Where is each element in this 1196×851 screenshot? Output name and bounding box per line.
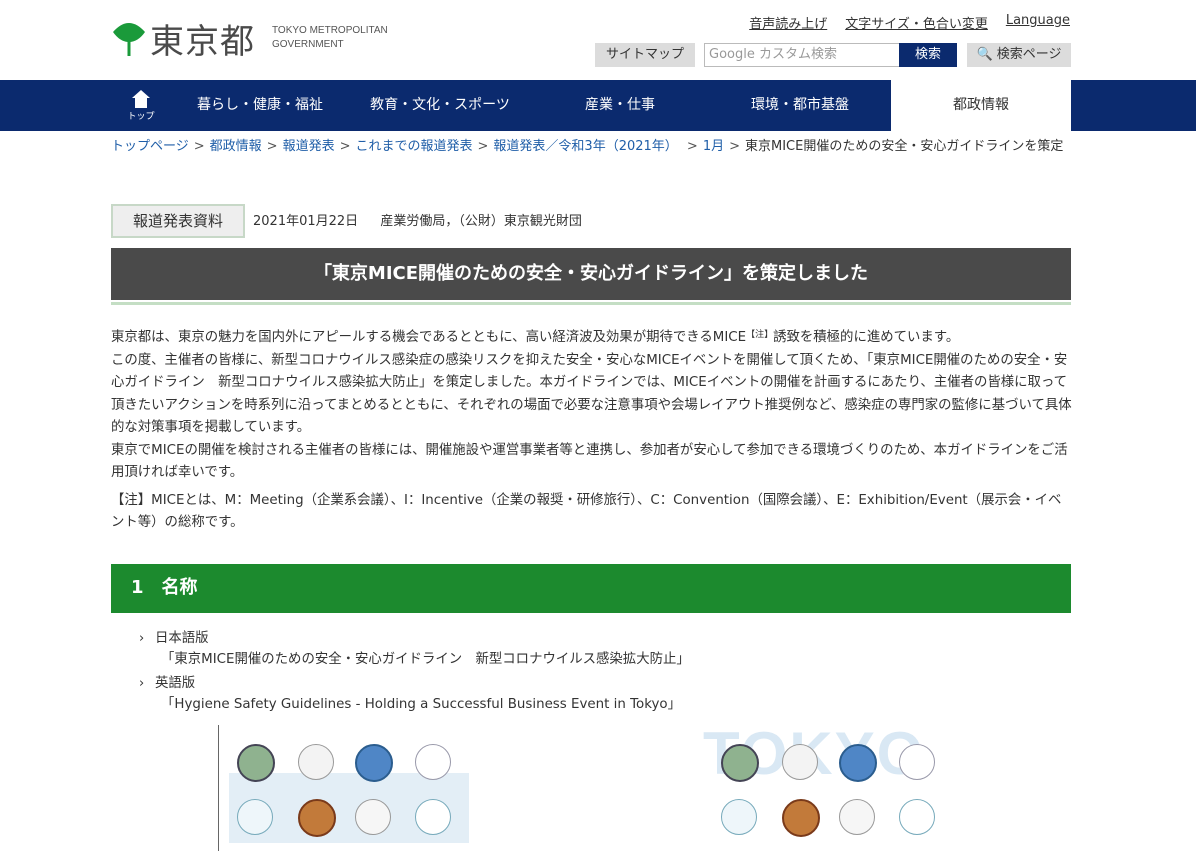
building-photo-icon: [237, 744, 275, 782]
global-nav: トップ 暮らし・健康・福祉 教育・文化・スポーツ 産業・仕事 環境・都市基盤 都…: [0, 80, 1196, 131]
text-size-color-link[interactable]: 文字サイズ・色合い変更: [845, 13, 988, 32]
venue-hall-icon: [899, 744, 935, 780]
mice-note: 【注】MICEとは、M：Meeting（企業系会議）、I：Incentive（企…: [111, 493, 1062, 530]
item-jp-label: 日本語版: [155, 631, 209, 646]
press-meta: 2021年01月22日 産業労働局，（公財）東京観光財団: [253, 210, 582, 229]
breadcrumb-link-2021[interactable]: 報道発表／令和3年（2021年）: [493, 139, 677, 154]
guideline-cover-en-image[interactable]: TOKYO: [703, 720, 955, 851]
paragraph-1: 東京都は、東京の魅力を国内外にアピールする機会であるとともに、高い経済波及効果が…: [111, 324, 1073, 350]
nav-item-living[interactable]: 暮らし・健康・福祉: [170, 80, 350, 131]
logo-text-en[interactable]: TOKYO METROPOLITAN GOVERNMENT: [272, 24, 388, 52]
nav-item-education[interactable]: 教育・文化・スポーツ: [350, 80, 530, 131]
section-heading-name: 1 名称: [111, 564, 1071, 613]
station-photo-icon: [298, 799, 336, 837]
mask-person-icon: [298, 744, 334, 780]
chevron-right-icon: ›: [139, 676, 145, 691]
breadcrumb-current: 東京MICE開催のための安全・安心ガイドラインを策定: [745, 139, 1064, 154]
search-page-label: 検索ページ: [996, 47, 1062, 62]
item-en-title[interactable]: 「Hygiene Safety Guidelines - Holding a S…: [161, 694, 681, 715]
building-photo-icon: [721, 744, 759, 782]
paragraph-1b: 誘致を積極的に進めています。: [773, 330, 960, 345]
search-icon: 🔍: [976, 47, 993, 62]
chevron-right-icon: ›: [139, 631, 145, 646]
sitemap-button[interactable]: サイトマップ: [595, 43, 695, 67]
utility-links: 音声読み上げ 文字サイズ・色合い変更 Language: [749, 13, 1070, 32]
breadcrumb-sep: >: [193, 139, 205, 154]
breadcrumb-sep: >: [339, 139, 351, 154]
logo-en-line1: TOKYO METROPOLITAN: [272, 25, 388, 36]
breadcrumb-sep: >: [266, 139, 278, 154]
home-icon: [132, 90, 150, 108]
tower-photo-icon: [355, 744, 393, 782]
breadcrumb-link-archive[interactable]: これまでの報道発表: [356, 139, 473, 154]
nav-item-environment[interactable]: 環境・都市基盤: [710, 80, 890, 131]
text-to-speech-link[interactable]: 音声読み上げ: [749, 13, 827, 32]
body-text: 東京都は、東京の魅力を国内外にアピールする機会であるとともに、高い経済波及効果が…: [111, 324, 1073, 485]
mask-person-icon: [782, 744, 818, 780]
breadcrumb: トップページ > 都政情報 > 報道発表 > これまでの報道発表 > 報道発表／令和3年（202…: [111, 139, 1071, 154]
logo-text-jp[interactable]: 東京都: [150, 14, 255, 63]
item-en-label: 英語版: [155, 676, 196, 691]
title-underline: [111, 302, 1071, 305]
language-link[interactable]: Language: [1006, 13, 1070, 32]
paragraph-1a: 東京都は、東京の魅力を国内外にアピールする機会であるとともに、高い経済波及効果が…: [111, 330, 747, 345]
hand-wash-icon: [721, 799, 757, 835]
breadcrumb-link-top[interactable]: トップページ: [111, 139, 189, 154]
tokyo-ginkgo-logo-icon[interactable]: [112, 20, 146, 56]
city-tower-icon: [415, 799, 451, 835]
guideline-cover-jp-image[interactable]: [218, 725, 471, 851]
nav-item-industry[interactable]: 産業・仕事: [530, 80, 710, 131]
sanitizer-icon: [355, 799, 391, 835]
breadcrumb-sep: >: [682, 139, 698, 154]
tower-photo-icon: [839, 744, 877, 782]
breadcrumb-link-govinfo[interactable]: 都政情報: [210, 139, 262, 154]
nav-home-label: トップ: [127, 112, 155, 122]
nav-item-govinfo[interactable]: 都政情報: [891, 80, 1071, 131]
sanitizer-icon: [839, 799, 875, 835]
hand-wash-icon: [237, 799, 273, 835]
breadcrumb-sep: >: [729, 139, 740, 154]
list-item-jp: › 日本語版 「東京MICE開催のための安全・安心ガイドライン 新型コロナウイル…: [139, 628, 690, 670]
logo-en-line2: GOVERNMENT: [272, 39, 344, 50]
item-jp-title[interactable]: 「東京MICE開催のための安全・安心ガイドライン 新型コロナウイルス感染拡大防止…: [161, 649, 690, 670]
page-title: 「東京MICE開催のための安全・安心ガイドライン」を策定しました: [111, 248, 1071, 300]
paragraph-3: 東京でMICEの開催を検討される主催者の皆様には、開催施設や運営事業者等と連携し…: [111, 442, 1068, 481]
press-date: 2021年01月22日: [253, 214, 359, 229]
search-input[interactable]: Google カスタム検索: [704, 43, 902, 67]
breadcrumb-link-january[interactable]: 1月: [703, 139, 724, 154]
list-item-en: › 英語版 「Hygiene Safety Guidelines - Holdi…: [139, 673, 681, 715]
breadcrumb-link-press[interactable]: 報道発表: [283, 139, 335, 154]
venue-hall-icon: [415, 744, 451, 780]
search-button[interactable]: 検索: [899, 43, 957, 67]
search-page-button[interactable]: 🔍 検索ページ: [967, 43, 1071, 67]
paragraph-2: この度、主催者の皆様に、新型コロナウイルス感染症の感染リスクを抑えた安全・安心な…: [111, 352, 1072, 436]
nav-home[interactable]: トップ: [112, 80, 170, 131]
station-photo-icon: [782, 799, 820, 837]
note-marker: 【注】: [746, 330, 774, 340]
press-release-badge: 報道発表資料: [111, 204, 245, 238]
breadcrumb-sep: >: [477, 139, 489, 154]
city-tower-icon: [899, 799, 935, 835]
press-source: 産業労働局，（公財）東京観光財団: [380, 214, 582, 229]
